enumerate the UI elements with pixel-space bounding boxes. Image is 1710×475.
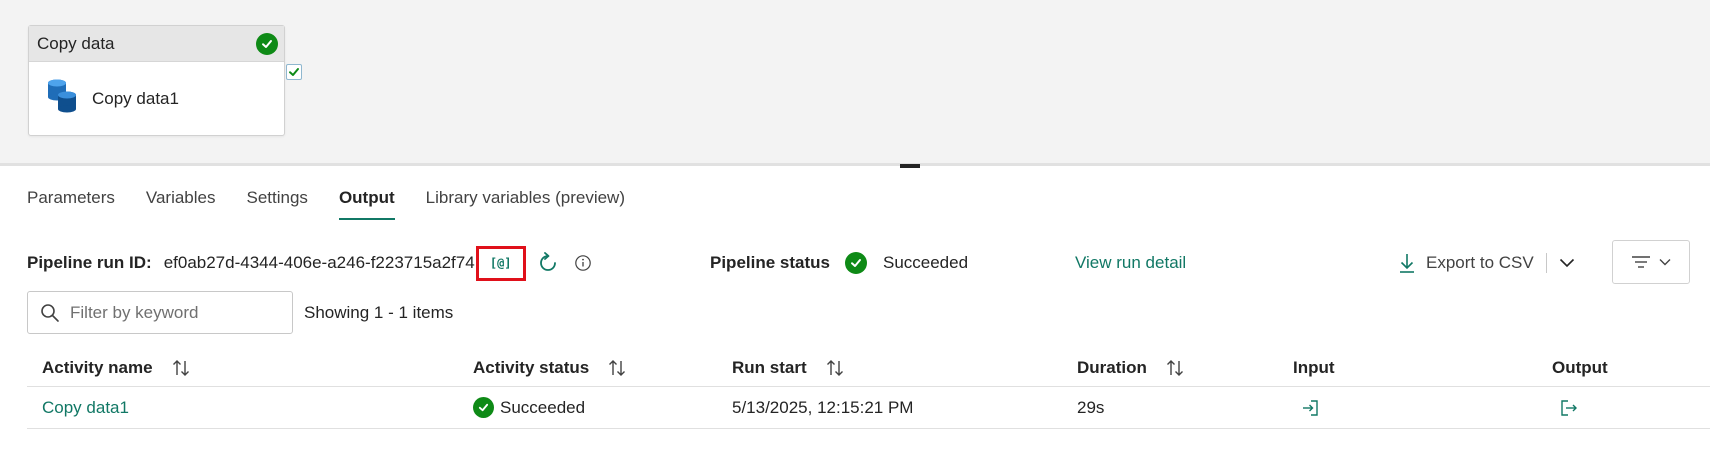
success-check-icon: [844, 252, 867, 274]
sort-icon[interactable]: [171, 358, 191, 378]
filter-search-box[interactable]: [27, 291, 293, 334]
copy-run-id-button[interactable]: [@]: [475, 245, 526, 281]
output-cell: [1559, 387, 1579, 428]
table-header: Activity name Activity status Run start: [27, 350, 1710, 387]
activity-card-copy-data[interactable]: Copy data Copy data1: [28, 25, 285, 136]
activity-name: Copy data1: [92, 88, 179, 108]
column-header-label: Output: [1552, 358, 1608, 377]
panel-splitter[interactable]: [0, 163, 1710, 166]
pipeline-status-label: Pipeline status: [710, 253, 830, 272]
search-icon: [40, 303, 60, 323]
column-header-duration[interactable]: Duration: [1077, 350, 1185, 386]
input-cell: [1300, 387, 1320, 428]
tab-variables[interactable]: Variables: [146, 184, 216, 220]
chevron-down-icon[interactable]: [1559, 258, 1575, 268]
refresh-icon[interactable]: [536, 251, 560, 275]
tab-settings[interactable]: Settings: [247, 184, 308, 220]
filter-lines-icon: [1631, 255, 1651, 269]
tab-output[interactable]: Output: [338, 184, 395, 220]
column-header-label: Run start: [732, 358, 807, 377]
run-start-cell: 5/13/2025, 12:15:21 PM: [732, 397, 914, 417]
pipeline-run-id-label: Pipeline run ID:: [27, 253, 152, 272]
sort-icon[interactable]: [1165, 358, 1185, 378]
download-icon: [1398, 252, 1416, 274]
activity-card-header: Copy data: [29, 26, 284, 62]
input-icon[interactable]: [1300, 398, 1320, 418]
tab-library-variables[interactable]: Library variables (preview): [426, 184, 625, 220]
column-header-activity-name[interactable]: Activity name: [42, 350, 191, 386]
activity-name-text[interactable]: Copy data1: [42, 398, 129, 418]
column-header-label: Activity status: [473, 358, 590, 377]
column-header-label: Input: [1293, 358, 1335, 377]
database-copy-icon: [46, 78, 78, 119]
info-icon[interactable]: [574, 254, 592, 272]
items-count-text: Showing 1 - 1 items: [304, 303, 454, 322]
pipeline-run-info: Pipeline run ID: ef0ab27d-4344-406e-a246…: [27, 240, 1692, 284]
filter-button[interactable]: [1612, 240, 1690, 284]
success-check-icon: [256, 32, 278, 55]
success-check-icon: [473, 397, 494, 418]
column-header-run-start[interactable]: Run start: [732, 350, 845, 386]
export-to-csv-button[interactable]: Export to CSV: [1398, 252, 1575, 274]
view-run-detail-link[interactable]: View run detail: [1075, 253, 1186, 273]
chevron-down-icon: [1659, 258, 1671, 266]
activity-status-text: Succeeded: [500, 397, 586, 417]
export-to-csv-label: Export to CSV: [1426, 253, 1534, 272]
activity-status-cell: Succeeded: [473, 387, 585, 428]
duration-cell: 29s: [1077, 397, 1105, 417]
pipeline-canvas[interactable]: Copy data Copy data1: [0, 0, 1710, 163]
activity-name-link[interactable]: Copy data1: [42, 387, 129, 428]
pipeline-status-value: Succeeded: [882, 253, 969, 272]
activity-select-checkbox[interactable]: [286, 64, 302, 80]
column-header-input: Input: [1293, 350, 1335, 386]
pipeline-run-id-value: ef0ab27d-4344-406e-a246-f223715a2f74: [163, 253, 475, 272]
activity-group-title: Copy data: [37, 33, 115, 53]
tab-parameters[interactable]: Parameters: [27, 184, 115, 220]
column-header-label: Duration: [1077, 358, 1147, 377]
pipeline-status: Pipeline status Succeeded: [710, 252, 968, 274]
table-row[interactable]: Copy data1 Succeeded 5/13/2025, 12:15:21…: [27, 387, 1710, 429]
filter-keyword-input[interactable]: [68, 301, 278, 324]
column-header-label: Activity name: [42, 358, 153, 377]
column-header-activity-status[interactable]: Activity status: [473, 350, 627, 386]
sort-icon[interactable]: [607, 358, 627, 378]
sort-icon[interactable]: [825, 358, 845, 378]
activity-card-body[interactable]: Copy data1: [29, 62, 284, 135]
splitter-handle[interactable]: [900, 164, 920, 168]
bottom-panel-tabs: Parameters Variables Settings Output Lib…: [27, 184, 656, 220]
output-icon[interactable]: [1559, 398, 1579, 418]
column-header-output: Output: [1552, 350, 1608, 386]
activity-runs-table: Activity name Activity status Run start: [27, 350, 1710, 429]
button-divider: [1545, 253, 1547, 273]
